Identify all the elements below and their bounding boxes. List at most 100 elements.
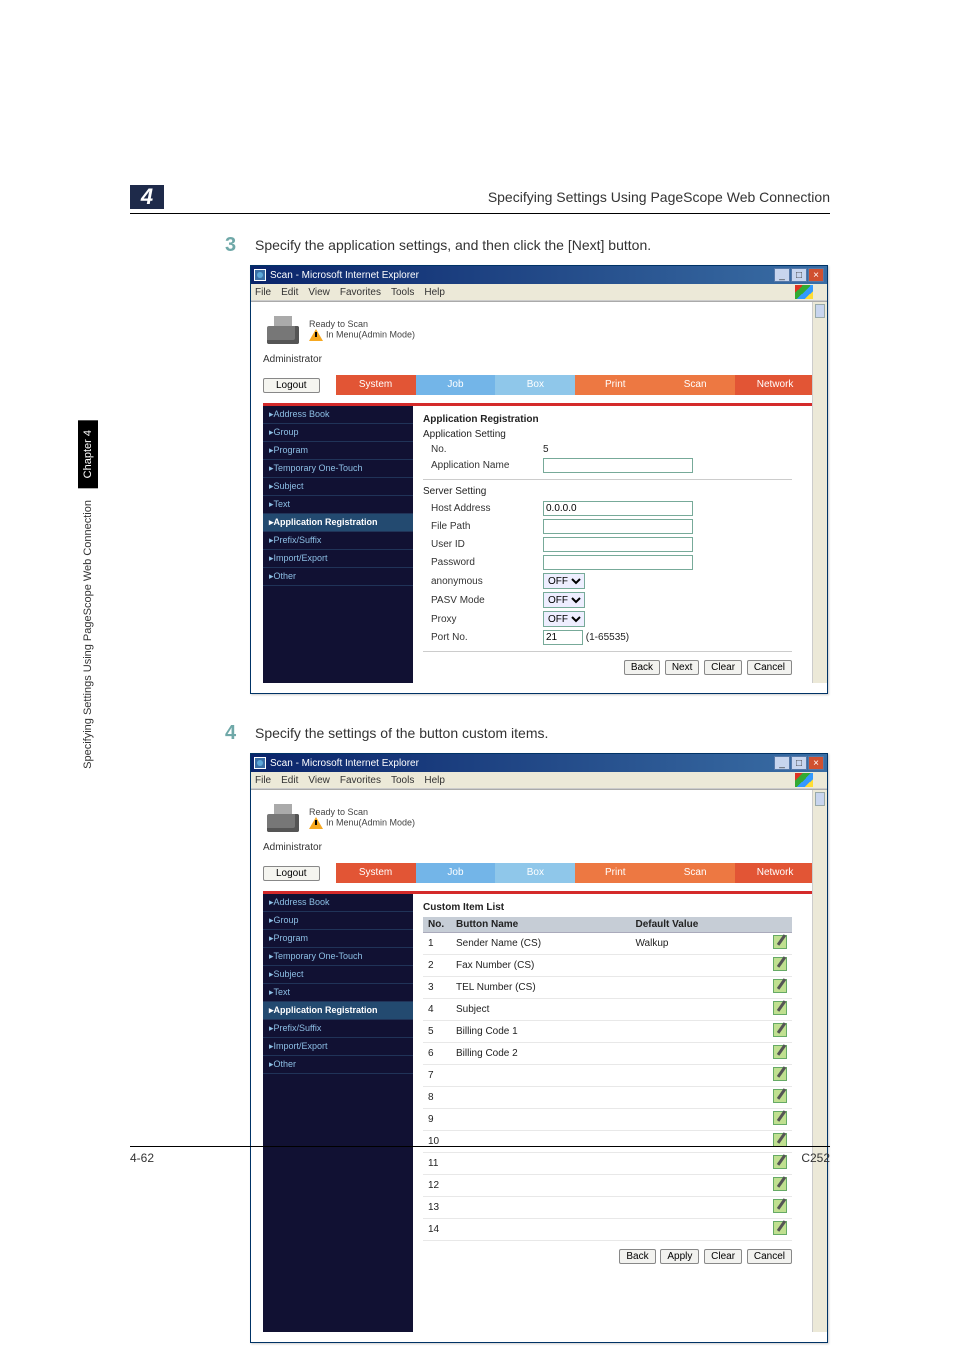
- scrollbar[interactable]: [812, 302, 827, 683]
- edit-icon[interactable]: [773, 1177, 787, 1191]
- edit-icon[interactable]: [773, 935, 787, 949]
- cell-button-name: [451, 1109, 630, 1131]
- tab-box[interactable]: Box: [495, 863, 575, 883]
- menu-view[interactable]: View: [308, 775, 330, 786]
- cell-no: 12: [423, 1175, 451, 1197]
- filepath-input[interactable]: [543, 519, 693, 534]
- edit-icon[interactable]: [773, 1199, 787, 1213]
- tab-network[interactable]: Network: [735, 375, 815, 395]
- window-minimize-button[interactable]: _: [774, 268, 790, 282]
- menu-file[interactable]: File: [255, 287, 271, 298]
- edit-icon[interactable]: [773, 1111, 787, 1125]
- scrollbar[interactable]: [812, 790, 827, 1332]
- sidebar-item[interactable]: ▸Address Book: [263, 406, 413, 424]
- sidebar-item[interactable]: ▸Other: [263, 1056, 413, 1074]
- col-button-name: Button Name: [451, 917, 630, 933]
- sidebar-item[interactable]: ▸Temporary One-Touch: [263, 460, 413, 478]
- cell-button-name: [451, 1197, 630, 1219]
- sidebar-item[interactable]: ▸Application Registration: [263, 514, 413, 532]
- step-number: 4: [225, 722, 255, 745]
- next-button[interactable]: Next: [665, 660, 700, 675]
- edit-icon[interactable]: [773, 1045, 787, 1059]
- tab-network[interactable]: Network: [735, 863, 815, 883]
- apply-button[interactable]: Apply: [660, 1249, 699, 1264]
- heading-app-registration: Application Registration: [423, 414, 792, 425]
- tab-scan[interactable]: Scan: [655, 375, 735, 395]
- windows-flag-icon: [795, 773, 813, 787]
- edit-icon[interactable]: [773, 1001, 787, 1015]
- menu-edit[interactable]: Edit: [281, 287, 298, 298]
- sidebar-item[interactable]: ▸Program: [263, 442, 413, 460]
- edit-icon[interactable]: [773, 1023, 787, 1037]
- menu-favorites[interactable]: Favorites: [340, 775, 381, 786]
- tab-job[interactable]: Job: [416, 375, 496, 395]
- sidebar-item[interactable]: ▸Other: [263, 568, 413, 586]
- sidebar-item[interactable]: ▸Prefix/Suffix: [263, 532, 413, 550]
- tab-system[interactable]: System: [336, 863, 416, 883]
- sidebar-item[interactable]: ▸Application Registration: [263, 1002, 413, 1020]
- window-maximize-button[interactable]: □: [791, 268, 807, 282]
- sidebar-item[interactable]: ▸Subject: [263, 966, 413, 984]
- admin-label: Administrator: [263, 842, 322, 853]
- sidebar-item[interactable]: ▸Prefix/Suffix: [263, 1020, 413, 1038]
- cell-no: 6: [423, 1043, 451, 1065]
- cancel-button[interactable]: Cancel: [747, 660, 792, 675]
- proxy-select[interactable]: OFF: [543, 611, 585, 627]
- back-button[interactable]: Back: [624, 660, 660, 675]
- password-input[interactable]: [543, 555, 693, 570]
- logout-button[interactable]: Logout: [263, 866, 320, 881]
- appname-input[interactable]: [543, 458, 693, 473]
- ie-menubar: File Edit View Favorites Tools Help: [251, 284, 827, 301]
- sidebar-item[interactable]: ▸Import/Export: [263, 550, 413, 568]
- menu-help[interactable]: Help: [424, 775, 445, 786]
- tab-scan[interactable]: Scan: [655, 863, 735, 883]
- tab-box[interactable]: Box: [495, 375, 575, 395]
- anonymous-label: anonymous: [423, 576, 543, 587]
- menu-tools[interactable]: Tools: [391, 287, 414, 298]
- sidebar-item[interactable]: ▸Group: [263, 912, 413, 930]
- table-row: 6Billing Code 2: [423, 1043, 792, 1065]
- clear-button[interactable]: Clear: [704, 1249, 742, 1264]
- cell-button-name: [451, 1175, 630, 1197]
- pasv-select[interactable]: OFF: [543, 592, 585, 608]
- tab-system[interactable]: System: [336, 375, 416, 395]
- menu-tools[interactable]: Tools: [391, 775, 414, 786]
- menu-file[interactable]: File: [255, 775, 271, 786]
- tab-print[interactable]: Print: [575, 863, 655, 883]
- window-minimize-button[interactable]: _: [774, 756, 790, 770]
- menu-view[interactable]: View: [308, 287, 330, 298]
- tab-job[interactable]: Job: [416, 863, 496, 883]
- window-close-button[interactable]: ×: [808, 268, 824, 282]
- logout-button[interactable]: Logout: [263, 378, 320, 393]
- custom-item-table: No. Button Name Default Value 1Sender Na…: [423, 917, 792, 1241]
- cell-no: 3: [423, 977, 451, 999]
- sidebar-item[interactable]: ▸Program: [263, 930, 413, 948]
- edit-icon[interactable]: [773, 979, 787, 993]
- clear-button[interactable]: Clear: [704, 660, 742, 675]
- menu-help[interactable]: Help: [424, 287, 445, 298]
- sidebar-item[interactable]: ▸Temporary One-Touch: [263, 948, 413, 966]
- cancel-button[interactable]: Cancel: [747, 1249, 792, 1264]
- edit-icon[interactable]: [773, 1067, 787, 1081]
- edit-icon[interactable]: [773, 1133, 787, 1147]
- host-input[interactable]: [543, 501, 693, 516]
- edit-icon[interactable]: [773, 1089, 787, 1103]
- sidebar-item[interactable]: ▸Text: [263, 496, 413, 514]
- anonymous-select[interactable]: OFF: [543, 573, 585, 589]
- menu-favorites[interactable]: Favorites: [340, 287, 381, 298]
- port-input[interactable]: [543, 630, 583, 645]
- edit-icon[interactable]: [773, 957, 787, 971]
- sidebar-item[interactable]: ▸Import/Export: [263, 1038, 413, 1056]
- tab-print[interactable]: Print: [575, 375, 655, 395]
- sidebar-item[interactable]: ▸Address Book: [263, 894, 413, 912]
- edit-icon[interactable]: [773, 1221, 787, 1235]
- window-close-button[interactable]: ×: [808, 756, 824, 770]
- sidebar-item[interactable]: ▸Text: [263, 984, 413, 1002]
- sidebar-item[interactable]: ▸Subject: [263, 478, 413, 496]
- table-row: 4Subject: [423, 999, 792, 1021]
- sidebar-item[interactable]: ▸Group: [263, 424, 413, 442]
- window-maximize-button[interactable]: □: [791, 756, 807, 770]
- back-button[interactable]: Back: [619, 1249, 655, 1264]
- menu-edit[interactable]: Edit: [281, 775, 298, 786]
- userid-input[interactable]: [543, 537, 693, 552]
